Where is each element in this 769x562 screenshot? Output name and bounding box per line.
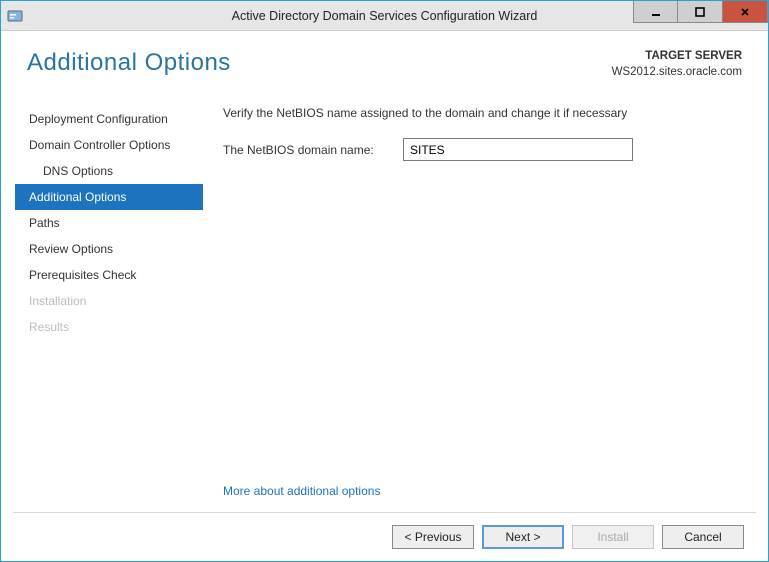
step-dns-options[interactable]: DNS Options	[15, 158, 203, 184]
minimize-button[interactable]	[633, 1, 678, 23]
body-row: Deployment Configuration Domain Controll…	[11, 90, 758, 512]
step-results: Results	[15, 314, 203, 340]
step-prerequisites-check[interactable]: Prerequisites Check	[15, 262, 203, 288]
more-about-link[interactable]: More about additional options	[223, 484, 380, 498]
header-row: Additional Options TARGET SERVER WS2012.…	[11, 31, 758, 90]
wizard-steps-sidebar: Deployment Configuration Domain Controll…	[15, 100, 203, 512]
cancel-button[interactable]: Cancel	[662, 525, 744, 549]
target-server-value: WS2012.sites.oracle.com	[612, 65, 742, 81]
maximize-button[interactable]	[678, 1, 723, 23]
close-button[interactable]	[723, 1, 768, 23]
app-icon	[7, 8, 23, 24]
target-server-label: TARGET SERVER	[612, 49, 742, 65]
page-title: Additional Options	[27, 49, 231, 77]
step-paths[interactable]: Paths	[15, 210, 203, 236]
previous-button[interactable]: < Previous	[392, 525, 474, 549]
step-deployment-configuration[interactable]: Deployment Configuration	[15, 106, 203, 132]
titlebar: Active Directory Domain Services Configu…	[1, 1, 768, 31]
main-pane: Verify the NetBIOS name assigned to the …	[203, 100, 754, 512]
netbios-input[interactable]	[403, 138, 633, 161]
step-additional-options[interactable]: Additional Options	[15, 184, 203, 210]
footer-buttons: < Previous Next > Install Cancel	[11, 513, 758, 551]
window-controls	[633, 1, 768, 30]
install-button: Install	[572, 525, 654, 549]
instruction-text: Verify the NetBIOS name assigned to the …	[223, 106, 744, 120]
wizard-window: Active Directory Domain Services Configu…	[0, 0, 769, 562]
step-domain-controller-options[interactable]: Domain Controller Options	[15, 132, 203, 158]
target-server-box: TARGET SERVER WS2012.sites.oracle.com	[612, 49, 742, 80]
netbios-label: The NetBIOS domain name:	[223, 143, 403, 157]
content-area: Additional Options TARGET SERVER WS2012.…	[1, 31, 768, 561]
step-review-options[interactable]: Review Options	[15, 236, 203, 262]
netbios-row: The NetBIOS domain name:	[223, 138, 744, 161]
next-button[interactable]: Next >	[482, 525, 564, 549]
step-installation: Installation	[15, 288, 203, 314]
